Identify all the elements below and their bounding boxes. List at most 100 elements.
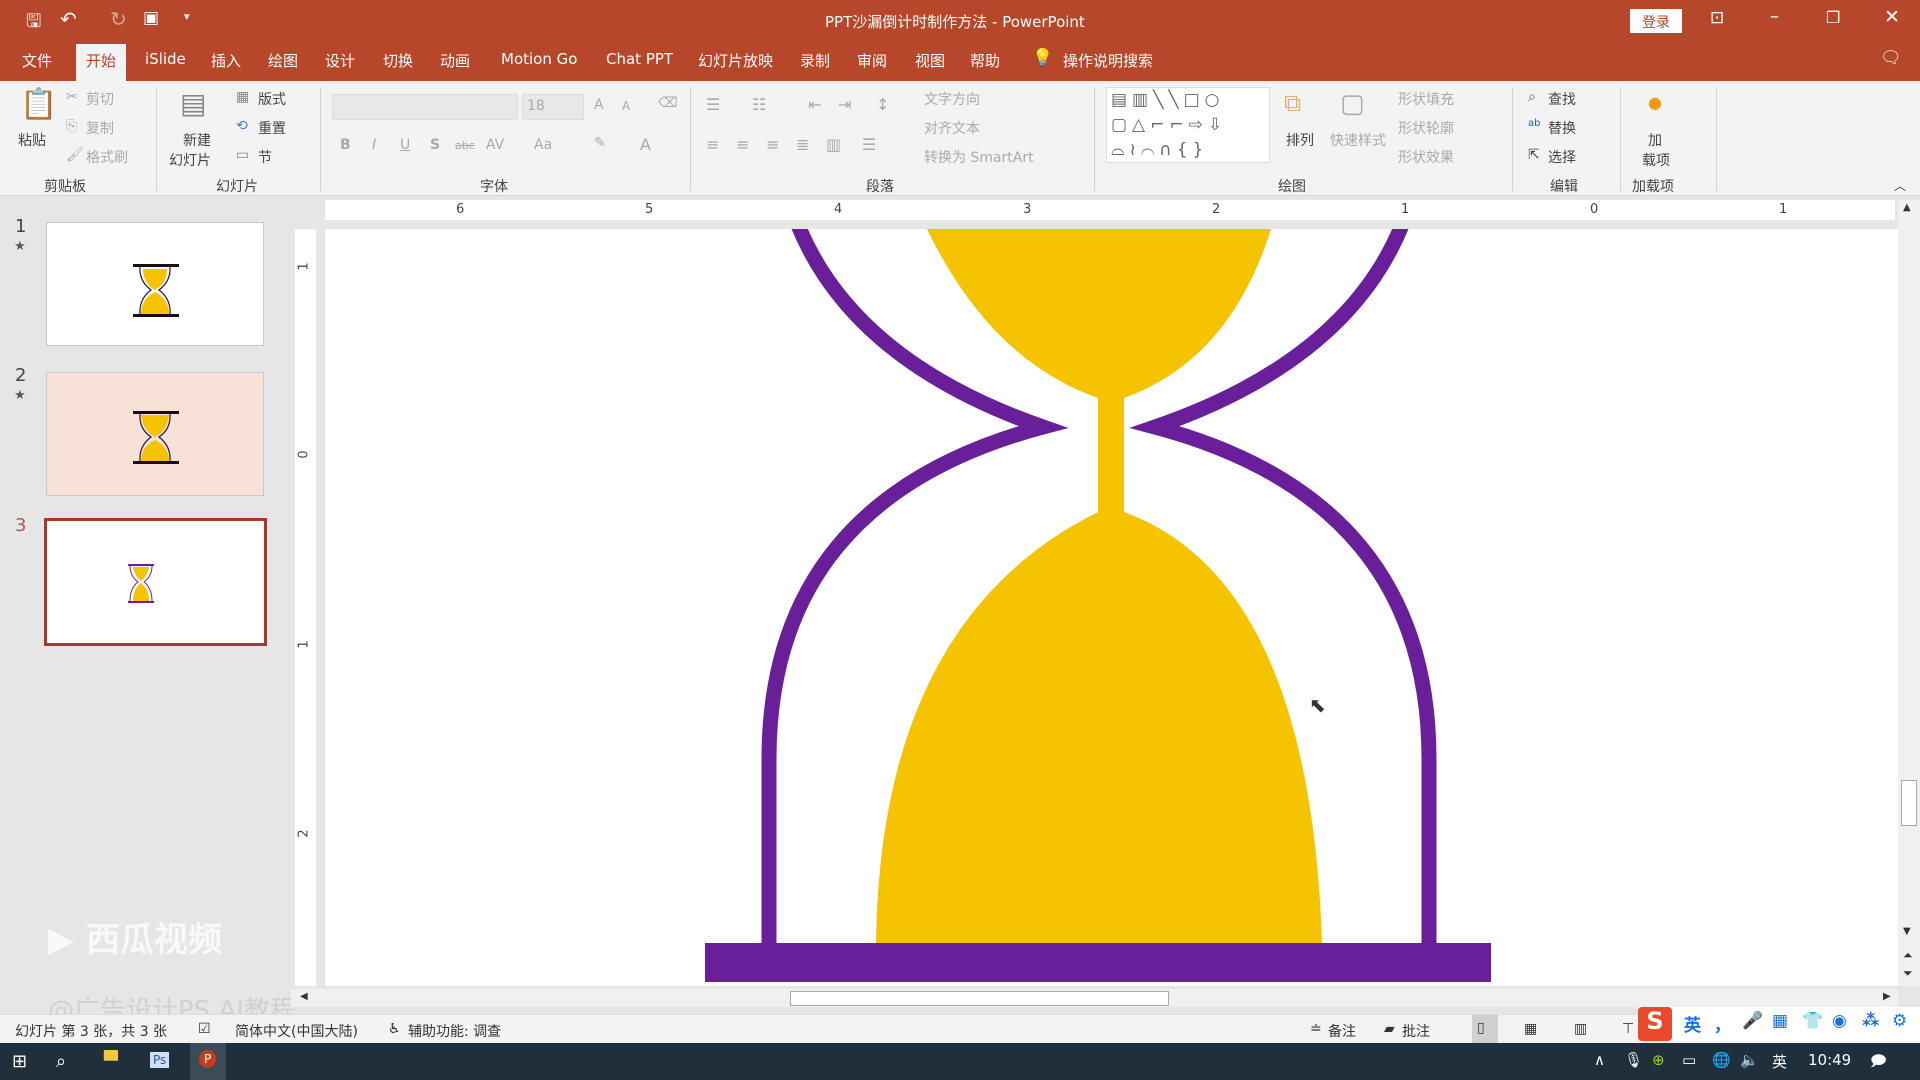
input-language[interactable]: 英 bbox=[1772, 1051, 1787, 1072]
security-app-icon[interactable]: ⊕ bbox=[1652, 1051, 1665, 1069]
normal-view-icon[interactable]: ▯ bbox=[1472, 1015, 1498, 1043]
network-icon[interactable]: 🌐 bbox=[1712, 1051, 1731, 1069]
slide-sorter-icon[interactable]: ▦ bbox=[1524, 1021, 1537, 1037]
tell-me-search[interactable]: 操作说明搜索 bbox=[1063, 50, 1153, 71]
windows-start-icon[interactable]: ⊞ bbox=[12, 1051, 27, 1072]
scroll-down-icon[interactable]: ▼ bbox=[1903, 926, 1911, 937]
hourglass-graphic[interactable] bbox=[325, 229, 1898, 986]
ime-keyboard-icon[interactable]: ▦ bbox=[1772, 1011, 1788, 1031]
highlight-icon[interactable]: ✎ bbox=[594, 135, 606, 151]
addins-button-line2[interactable]: 载项 bbox=[1642, 150, 1670, 170]
tab-slideshow[interactable]: 幻灯片放映 bbox=[698, 50, 773, 71]
align-center-icon[interactable]: ≡ bbox=[736, 135, 749, 154]
ime-skin-icon[interactable]: 👕 bbox=[1802, 1011, 1823, 1031]
ime-mode[interactable]: 英 bbox=[1684, 1011, 1701, 1036]
redo-icon[interactable]: ↻ bbox=[110, 7, 127, 31]
decrease-indent-icon[interactable]: ⇤ bbox=[808, 95, 821, 114]
language-status[interactable]: 简体中文(中国大陆) bbox=[235, 1021, 358, 1041]
undo-icon[interactable]: ↶ bbox=[60, 7, 77, 31]
clear-format-icon[interactable]: ⌫ bbox=[658, 95, 678, 111]
select-button[interactable]: 选择 bbox=[1548, 147, 1576, 167]
horizontal-scroll-thumb[interactable] bbox=[790, 991, 1169, 1006]
ribbon-display-icon[interactable]: ⊡ bbox=[1710, 8, 1724, 28]
scroll-left-icon[interactable]: ◀ bbox=[300, 991, 308, 1002]
smartart-button[interactable]: 转换为 SmartArt bbox=[924, 147, 1034, 167]
new-slide-dropdown[interactable]: 幻灯片 bbox=[169, 150, 211, 170]
vertical-scrollbar[interactable]: ▲ ▼ ⏶ ⏷ bbox=[1898, 200, 1920, 986]
ime-settings-icon[interactable]: ⚙ bbox=[1892, 1011, 1907, 1031]
present-icon[interactable]: ▣ bbox=[143, 8, 159, 28]
volume-icon[interactable]: 🔈 bbox=[1740, 1051, 1759, 1069]
shadow-button[interactable]: S bbox=[430, 137, 440, 153]
grow-font-button[interactable]: A bbox=[594, 97, 604, 113]
vertical-ruler[interactable]: 1 0 1 2 bbox=[295, 229, 316, 986]
shape-effects-button[interactable]: 形状效果 bbox=[1398, 147, 1454, 167]
tab-review[interactable]: 审阅 bbox=[857, 50, 887, 71]
notes-button[interactable]: 备注 bbox=[1328, 1021, 1356, 1041]
clock[interactable]: 10:49 bbox=[1808, 1051, 1851, 1069]
file-explorer-icon[interactable]: ▀ bbox=[104, 1051, 118, 1072]
accessibility-status[interactable]: 辅助功能: 调查 bbox=[408, 1021, 501, 1041]
battery-icon[interactable]: ▭ bbox=[1682, 1051, 1696, 1069]
section-button[interactable]: 节 bbox=[258, 147, 272, 167]
save-icon[interactable]: 🖫 bbox=[26, 9, 41, 39]
login-button[interactable]: 登录 bbox=[1630, 9, 1682, 33]
font-name-box[interactable] bbox=[332, 94, 518, 120]
strikethrough-button[interactable]: abc bbox=[455, 139, 475, 152]
comments-icon[interactable]: 🗨 bbox=[1880, 48, 1902, 68]
distribute-icon[interactable]: ☰ bbox=[862, 135, 876, 154]
paste-icon[interactable]: 📋 bbox=[20, 87, 57, 122]
slide-canvas[interactable]: ⬉ bbox=[325, 229, 1898, 986]
ime-punctuation[interactable]: ， bbox=[1714, 1011, 1731, 1036]
horizontal-scrollbar[interactable]: ◀ ▶ bbox=[291, 989, 1898, 1007]
columns-icon[interactable]: ▥ bbox=[826, 135, 841, 154]
tab-draw[interactable]: 绘图 bbox=[268, 50, 298, 71]
notification-icon[interactable]: 🗩 bbox=[1870, 1051, 1887, 1076]
previous-slide-icon[interactable]: ⏶ bbox=[1903, 948, 1913, 963]
shape-fill-button[interactable]: 形状填充 bbox=[1398, 89, 1454, 109]
text-direction-button[interactable]: 文字方向 bbox=[924, 89, 980, 109]
tab-record[interactable]: 录制 bbox=[800, 50, 830, 71]
find-button[interactable]: 查找 bbox=[1548, 89, 1576, 109]
close-icon[interactable]: ✕ bbox=[1884, 6, 1900, 28]
tab-help[interactable]: 帮助 bbox=[970, 50, 1000, 71]
copy-button[interactable]: 复制 bbox=[86, 118, 114, 138]
shrink-font-button[interactable]: A bbox=[622, 99, 630, 113]
ime-voice-icon[interactable]: 🎤 bbox=[1742, 1011, 1763, 1031]
justify-icon[interactable]: ≣ bbox=[796, 135, 809, 154]
paste-button[interactable]: 粘贴 bbox=[18, 130, 46, 150]
spellcheck-icon[interactable]: ☑ bbox=[198, 1021, 211, 1037]
tab-animations[interactable]: 动画 bbox=[440, 50, 470, 71]
quick-styles-button[interactable]: 快速样式 bbox=[1330, 130, 1386, 150]
align-text-button[interactable]: 对齐文本 bbox=[924, 118, 980, 138]
next-slide-icon[interactable]: ⏷ bbox=[1903, 966, 1913, 981]
new-slide-button[interactable]: 新建 bbox=[183, 130, 211, 150]
tab-insert[interactable]: 插入 bbox=[211, 50, 241, 71]
scroll-up-icon[interactable]: ▲ bbox=[1903, 202, 1911, 213]
char-spacing-button[interactable]: AV bbox=[486, 137, 504, 153]
shape-outline-button[interactable]: 形状轮廓 bbox=[1398, 118, 1454, 138]
slide-thumbnail-2[interactable] bbox=[46, 372, 264, 496]
change-case-button[interactable]: Aa bbox=[534, 137, 552, 153]
vertical-scroll-thumb[interactable] bbox=[1901, 780, 1917, 826]
tab-design[interactable]: 设计 bbox=[325, 50, 355, 71]
tab-home[interactable]: 开始 bbox=[76, 44, 127, 81]
tab-islide[interactable]: iSlide bbox=[145, 50, 186, 68]
tab-view[interactable]: 视图 bbox=[915, 50, 945, 71]
sogou-logo-icon[interactable]: S bbox=[1638, 1007, 1672, 1041]
font-size-box[interactable]: 18 bbox=[522, 94, 584, 120]
search-icon[interactable]: ⌕ bbox=[56, 1051, 66, 1072]
tab-transitions[interactable]: 切换 bbox=[383, 50, 413, 71]
align-right-icon[interactable]: ≡ bbox=[766, 135, 779, 154]
align-left-icon[interactable]: ≡ bbox=[706, 135, 719, 154]
ime-toolbox-icon[interactable]: ⁂ bbox=[1862, 1011, 1879, 1031]
arrange-button[interactable]: 排列 bbox=[1286, 130, 1314, 150]
slideshow-view-icon[interactable]: ⊤ bbox=[1622, 1021, 1634, 1037]
tab-chat-ppt[interactable]: Chat PPT bbox=[606, 50, 673, 68]
show-hidden-icons[interactable]: ∧ bbox=[1594, 1051, 1605, 1069]
comments-button[interactable]: 批注 bbox=[1402, 1021, 1430, 1041]
slide-thumbnail-1[interactable] bbox=[46, 222, 264, 346]
photoshop-icon[interactable]: Ps bbox=[150, 1052, 170, 1068]
shapes-gallery[interactable]: ▤▥╲╲□○ ▢△⌐⌐⇨⇩ ⌓≀⌒∩{} bbox=[1106, 87, 1270, 163]
microphone-icon[interactable]: 🎙 bbox=[1624, 1051, 1643, 1069]
